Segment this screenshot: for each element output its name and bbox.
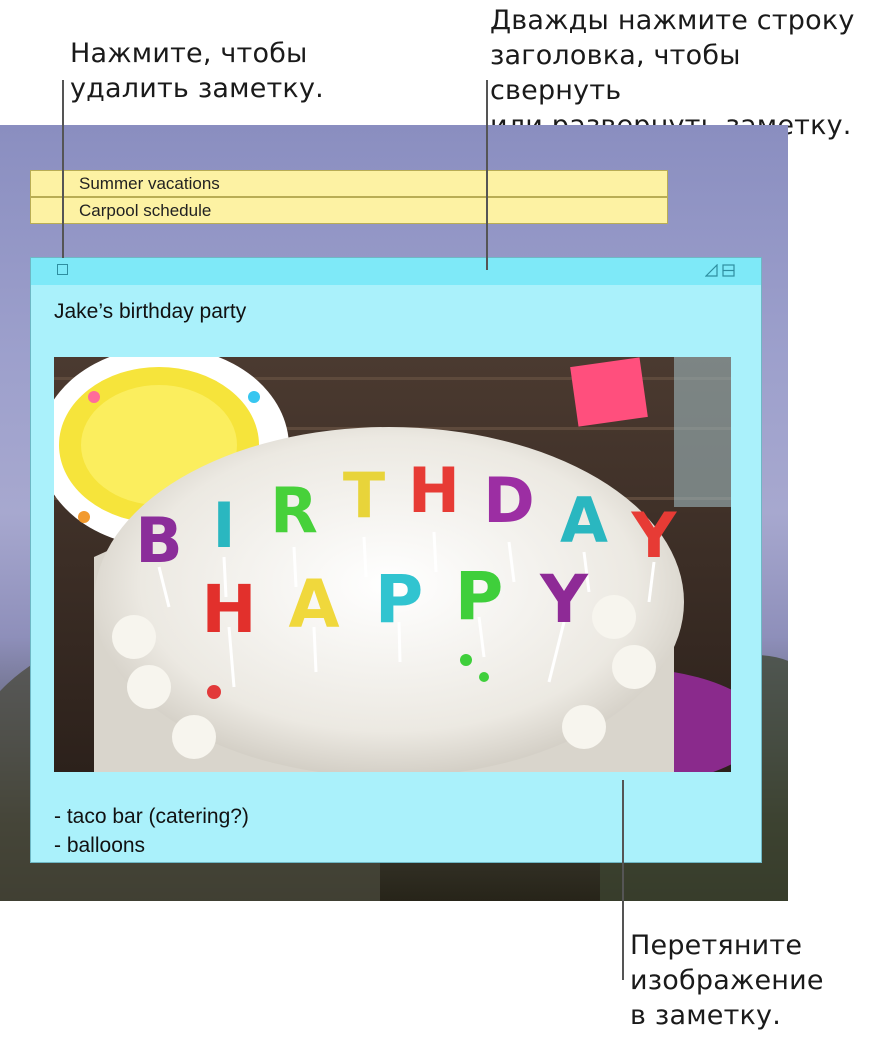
collapse-icon[interactable] [722, 264, 735, 277]
collapsed-note-title: Summer vacations [79, 174, 220, 193]
callout-drag-image: Перетяните изображение в заметку. [630, 930, 824, 1031]
candle-letter: H [201, 571, 256, 648]
candle-letter: I [212, 489, 235, 562]
resize-icon[interactable] [705, 264, 718, 277]
leader-line [486, 80, 488, 270]
note-titlebar[interactable] [31, 258, 761, 285]
note-title[interactable]: Jake’s birthday party [54, 300, 246, 324]
candle-letter: D [483, 464, 534, 537]
note-body[interactable]: - taco bar (catering?) - balloons [54, 802, 249, 860]
callout-delete-note: Нажмите, чтобы удалить заметку. [70, 38, 324, 104]
candle-letter: Y [631, 499, 678, 572]
candle-letter: B [135, 504, 182, 577]
collapsed-note-title: Carpool schedule [79, 201, 212, 220]
close-icon[interactable] [57, 264, 68, 275]
candle-letter: R [270, 474, 318, 547]
candle-letter: A [288, 566, 339, 643]
candle-letter: T [343, 459, 385, 532]
callout-titlebar: Дважды нажмите строку заголовка, чтобы с… [490, 5, 855, 141]
note-body-line: - taco bar (catering?) [54, 805, 249, 828]
birthday-cake-photo[interactable]: B I R T H D A Y H A P P Y [54, 357, 731, 772]
candle-letter: A [560, 484, 608, 557]
sticky-note[interactable]: Jake’s birthday party B I R T H D A Y H … [30, 257, 762, 863]
leader-line [622, 780, 624, 980]
collapsed-note[interactable]: Carpool schedule [30, 197, 668, 224]
titlebar-controls [705, 264, 735, 277]
candle-letter: H [408, 454, 460, 527]
leader-line [62, 80, 64, 258]
collapsed-note[interactable]: Summer vacations [30, 170, 668, 197]
candle-letter: P [455, 558, 503, 635]
candle-letter: Y [539, 561, 589, 638]
note-body-line: - balloons [54, 834, 146, 857]
candle-letter: P [375, 561, 423, 638]
